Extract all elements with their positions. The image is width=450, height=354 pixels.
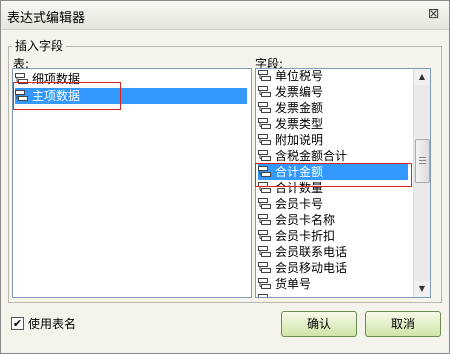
cancel-button[interactable]: 取消 — [365, 311, 441, 337]
field-list-item-label: 会员移动电话 — [275, 261, 348, 275]
field-list-item[interactable]: 会员移动电话 — [258, 260, 347, 276]
field-icon — [258, 102, 271, 113]
field-list-item[interactable]: 发票金额 — [258, 100, 323, 116]
window-title: 表达式编辑器 — [7, 11, 86, 26]
field-list-item[interactable]: 会员联系电话 — [258, 244, 347, 260]
use-table-name-label: 使用表名 — [28, 317, 77, 331]
fields-listbox[interactable]: … 货单号 会员移动电话会员联系电话会员卡折扣 会员卡名称 会员卡号 合计数量 合计金额 含税… — [255, 68, 431, 298]
grip-line — [419, 157, 426, 158]
field-list-item-label: 附加说明 — [275, 133, 324, 147]
field-icon — [258, 214, 271, 225]
use-table-name-checkbox[interactable]: ✔ — [11, 317, 24, 330]
field-list-item-label: 发票类型 — [275, 117, 324, 131]
field-icon — [258, 70, 271, 81]
field-list-item-label: … — [275, 293, 287, 297]
field-list-item[interactable]: 货单号 — [258, 276, 311, 292]
field-list-item[interactable]: … — [258, 292, 287, 297]
field-list-item[interactable]: 单位税号 — [258, 69, 324, 84]
field-list-item[interactable]: 会员卡名称 — [258, 212, 335, 228]
table-list-item[interactable]: 细项数据 — [15, 71, 80, 87]
field-icon — [258, 182, 271, 193]
field-list-item[interactable]: 发票类型 — [258, 116, 323, 132]
field-list-item[interactable]: 会员卡号 — [258, 196, 323, 212]
grip-line — [419, 160, 426, 161]
field-icon — [258, 230, 271, 241]
field-list-item-label: 发票编号 — [275, 85, 324, 99]
field-list-item[interactable]: 含税金额合计 — [258, 148, 347, 164]
table-list-item-label: 细项数据 — [32, 72, 81, 86]
title-bar[interactable]: 表达式编辑器 ⊠ — [1, 1, 449, 30]
field-list-item-label: 合计金额 — [275, 165, 324, 179]
field-list-item-label: 含税金额合计 — [275, 149, 348, 163]
field-icon — [258, 278, 271, 289]
close-icon[interactable]: ⊠ — [426, 7, 441, 21]
field-icon — [258, 134, 271, 145]
field-icon — [258, 198, 271, 209]
field-list-item[interactable]: 合计金额 — [258, 164, 408, 180]
field-list-item-label: 会员卡名称 — [275, 213, 336, 227]
field-icon — [258, 150, 271, 161]
scroll-down-icon[interactable]: ▼ — [414, 281, 430, 297]
field-icon — [15, 73, 28, 84]
field-icon — [258, 118, 271, 129]
field-icon — [258, 86, 271, 97]
table-list-item-label: 主项数据 — [32, 89, 81, 103]
fields-scrollbar[interactable]: ▲ ▼ — [413, 69, 430, 297]
field-list-item[interactable]: 附加说明 — [258, 132, 323, 148]
field-list-item-label: 会员卡折扣 — [275, 229, 336, 243]
field-list-item-label: 会员联系电话 — [275, 245, 348, 259]
field-list-item[interactable]: 会员卡折扣 — [258, 228, 335, 244]
field-list-item[interactable]: 发票编号 — [258, 84, 323, 100]
scroll-thumb[interactable] — [415, 139, 430, 183]
field-list-item-label: 单位税号 — [275, 69, 324, 83]
field-list-item[interactable]: 合计数量 — [258, 180, 323, 196]
field-icon — [15, 90, 28, 101]
field-list-item-label: 发票金额 — [275, 101, 324, 115]
field-list-item-label: 货单号 — [275, 277, 312, 291]
field-icon — [258, 262, 271, 273]
field-icon — [258, 246, 271, 257]
insert-field-group-label: 插入字段 — [12, 37, 67, 54]
field-icon — [258, 166, 271, 177]
field-icon — [258, 294, 268, 297]
grip-line — [419, 163, 426, 164]
tables-listbox[interactable]: 细项数据 主项数据 — [12, 68, 252, 298]
table-list-item[interactable]: 主项数据 — [15, 88, 247, 104]
scroll-up-icon[interactable]: ▲ — [414, 69, 430, 85]
field-list-item-label: 会员卡号 — [275, 197, 324, 211]
field-list-item-label: 合计数量 — [275, 181, 324, 195]
ok-button[interactable]: 确认 — [281, 311, 357, 337]
